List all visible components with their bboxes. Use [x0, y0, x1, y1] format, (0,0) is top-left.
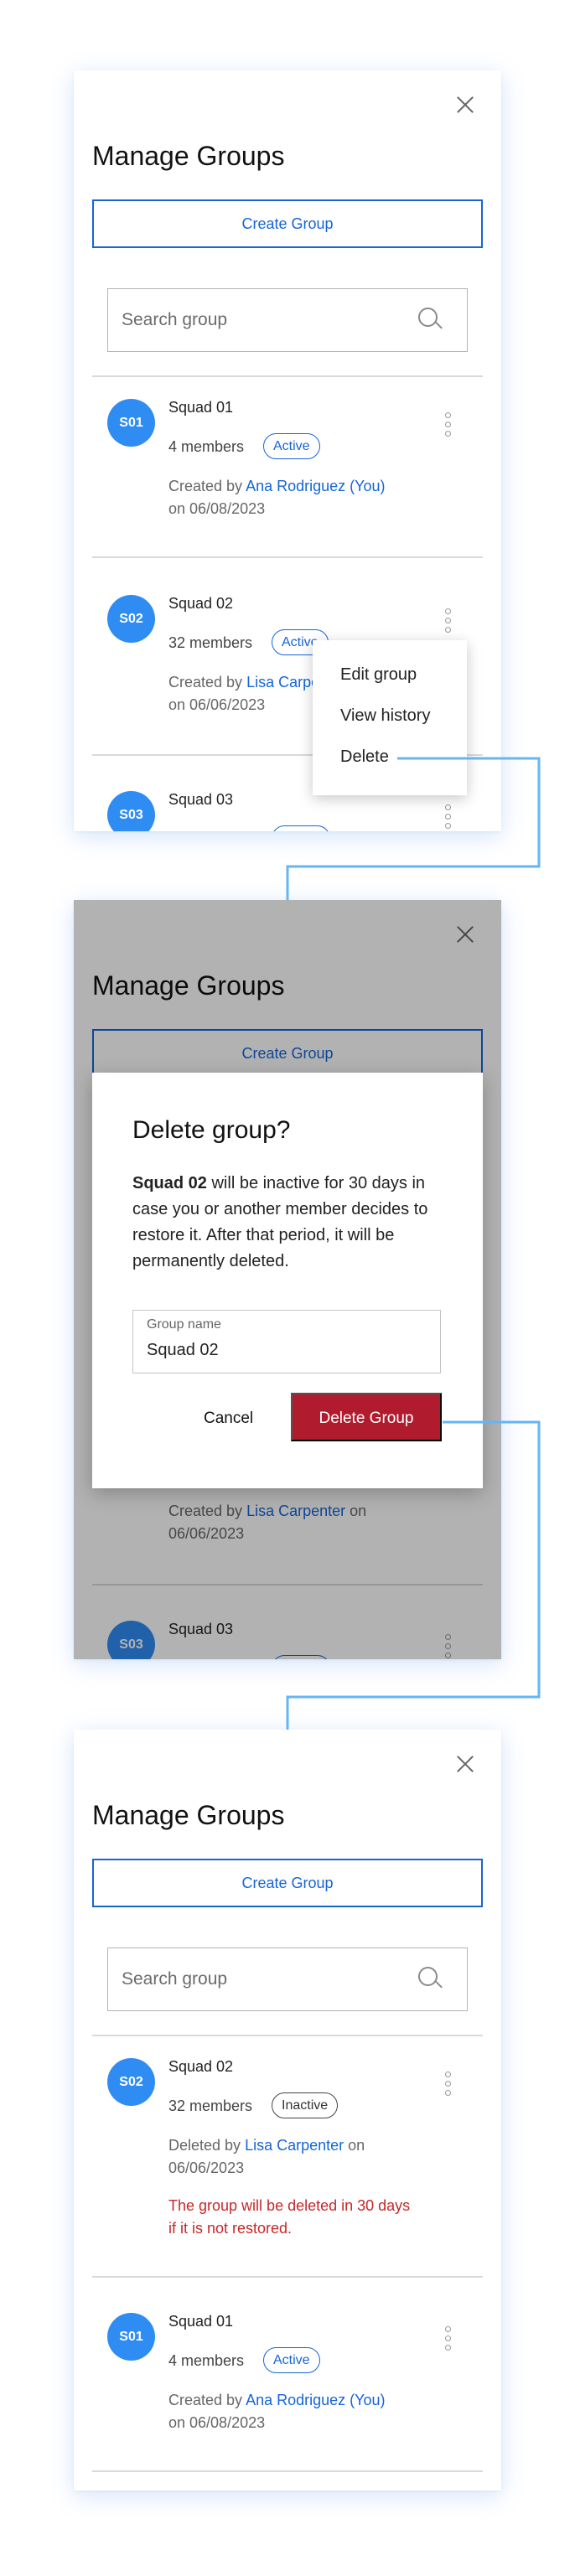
creator-link[interactable]: Ana Rodriguez (You)	[246, 2392, 385, 2408]
status-badge: Inactive	[272, 2092, 339, 2118]
group-name: Squad 01	[168, 2313, 234, 2330]
create-group-button[interactable]: Create Group	[92, 1859, 483, 1907]
search-icon[interactable]	[418, 1967, 443, 1992]
meta-prefix: Created by	[168, 478, 243, 494]
deletion-warning: The group will be deleted in 30 days if …	[168, 2197, 411, 2237]
avatar: S01	[107, 2313, 155, 2361]
search-box	[107, 288, 468, 352]
status-badge: Active	[263, 433, 320, 459]
status-badge	[272, 825, 330, 831]
cancel-button[interactable]: Cancel	[204, 1410, 253, 1428]
page-title: Manage Groups	[92, 141, 285, 171]
delete-group-dialog: Delete group? Squad 02 will be inactive …	[92, 1073, 483, 1488]
kebab-menu-icon[interactable]	[443, 608, 452, 634]
group-name: Squad 02	[168, 2058, 234, 2075]
meta-prefix: Created by	[168, 674, 243, 691]
dialog-title: Delete group?	[132, 1116, 291, 1144]
creator-link[interactable]: Ana Rodriguez (You)	[246, 478, 385, 494]
kebab-menu-icon[interactable]	[443, 804, 452, 830]
menu-item-delete[interactable]: Delete	[340, 747, 389, 767]
group-name-field[interactable]: Group name Squad 02	[132, 1310, 441, 1373]
divider	[92, 2470, 483, 2472]
avatar: S03	[107, 791, 155, 831]
member-count: 32 members	[168, 634, 253, 651]
search-icon[interactable]	[418, 308, 443, 333]
menu-item-edit-group[interactable]: Edit group	[340, 665, 417, 685]
dialog-group-name: Squad 02	[132, 1174, 207, 1192]
close-icon[interactable]	[454, 94, 476, 116]
delete-group-button[interactable]: Delete Group	[291, 1393, 442, 1441]
create-group-button[interactable]: Create Group	[92, 199, 483, 248]
member-count: 4 members	[168, 438, 245, 455]
manage-groups-panel-3: Manage Groups Create Group S02 Squad 02 …	[74, 1730, 501, 2491]
dialog-body: Squad 02 will be inactive for 30 days in…	[132, 1171, 451, 1275]
meta-prefix: Created by	[168, 2392, 243, 2408]
field-value[interactable]: Squad 02	[147, 1341, 219, 1360]
search-input[interactable]	[108, 289, 410, 350]
search-box	[107, 1948, 468, 2011]
kebab-menu-icon[interactable]	[443, 2072, 452, 2097]
search-input[interactable]	[108, 1948, 410, 2010]
divider	[92, 2276, 483, 2278]
avatar: S02	[107, 595, 155, 643]
field-label: Group name	[147, 1317, 221, 1332]
meta-prefix: Deleted by	[168, 2137, 241, 2154]
divider	[92, 375, 483, 377]
kebab-menu-icon[interactable]	[443, 2326, 452, 2351]
manage-groups-panel-2: Manage Groups Create Group Created by Li…	[74, 900, 501, 1659]
group-name: Squad 02	[168, 595, 234, 612]
created-info: Created by Ana Rodriguez (You) on 06/08/…	[168, 475, 420, 520]
status-badge: Active	[263, 2347, 320, 2373]
group-context-menu: Edit group View history Delete	[313, 640, 467, 795]
avatar: S01	[107, 399, 155, 447]
close-icon[interactable]	[454, 1753, 476, 1775]
meta-date: on 06/08/2023	[168, 2414, 266, 2431]
deleted-info: Deleted by Lisa Carpenter on 06/06/2023	[168, 2134, 420, 2180]
divider	[92, 556, 483, 558]
page-title: Manage Groups	[92, 1800, 285, 1830]
member-count: 32 members	[168, 2098, 253, 2114]
member-count: 4 members	[168, 2352, 245, 2369]
deleter-link[interactable]: Lisa Carpenter	[245, 2137, 344, 2154]
created-info: Created by Ana Rodriguez (You) on 06/08/…	[168, 2389, 420, 2434]
group-name: Squad 03	[168, 791, 234, 808]
divider	[92, 2035, 483, 2036]
menu-item-view-history[interactable]: View history	[340, 706, 430, 726]
avatar: S02	[107, 2058, 155, 2106]
meta-date: on 06/08/2023	[168, 500, 266, 517]
meta-date: on 06/06/2023	[168, 696, 266, 713]
manage-groups-panel-1: Manage Groups Create Group S01 Squad 01 …	[74, 70, 501, 831]
kebab-menu-icon[interactable]	[443, 412, 452, 437]
group-name: Squad 01	[168, 399, 234, 416]
